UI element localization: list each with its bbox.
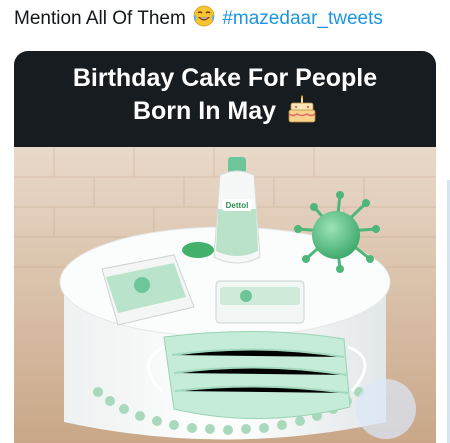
banner-line-2-text: Born In May bbox=[132, 97, 277, 125]
bottle-label: Dettol bbox=[226, 201, 249, 210]
hashtag-link[interactable]: #mazedaar_tweets bbox=[222, 8, 383, 29]
cake-photo: Dettol bbox=[14, 147, 436, 443]
tweet-text-content: Mention All Of Them bbox=[14, 8, 186, 29]
face-with-tears-of-joy-icon bbox=[193, 5, 215, 37]
tweet-text: Mention All Of Them #mazedaar_tweets bbox=[14, 4, 444, 34]
banner-line-2: Born In May bbox=[14, 95, 436, 134]
tweet-media-image[interactable]: Birthday Cake For People Born In May Det… bbox=[14, 51, 436, 443]
birthday-cake-icon bbox=[287, 95, 317, 134]
meme-banner: Birthday Cake For People Born In May bbox=[14, 51, 436, 147]
banner-line-1: Birthday Cake For People bbox=[72, 64, 378, 92]
